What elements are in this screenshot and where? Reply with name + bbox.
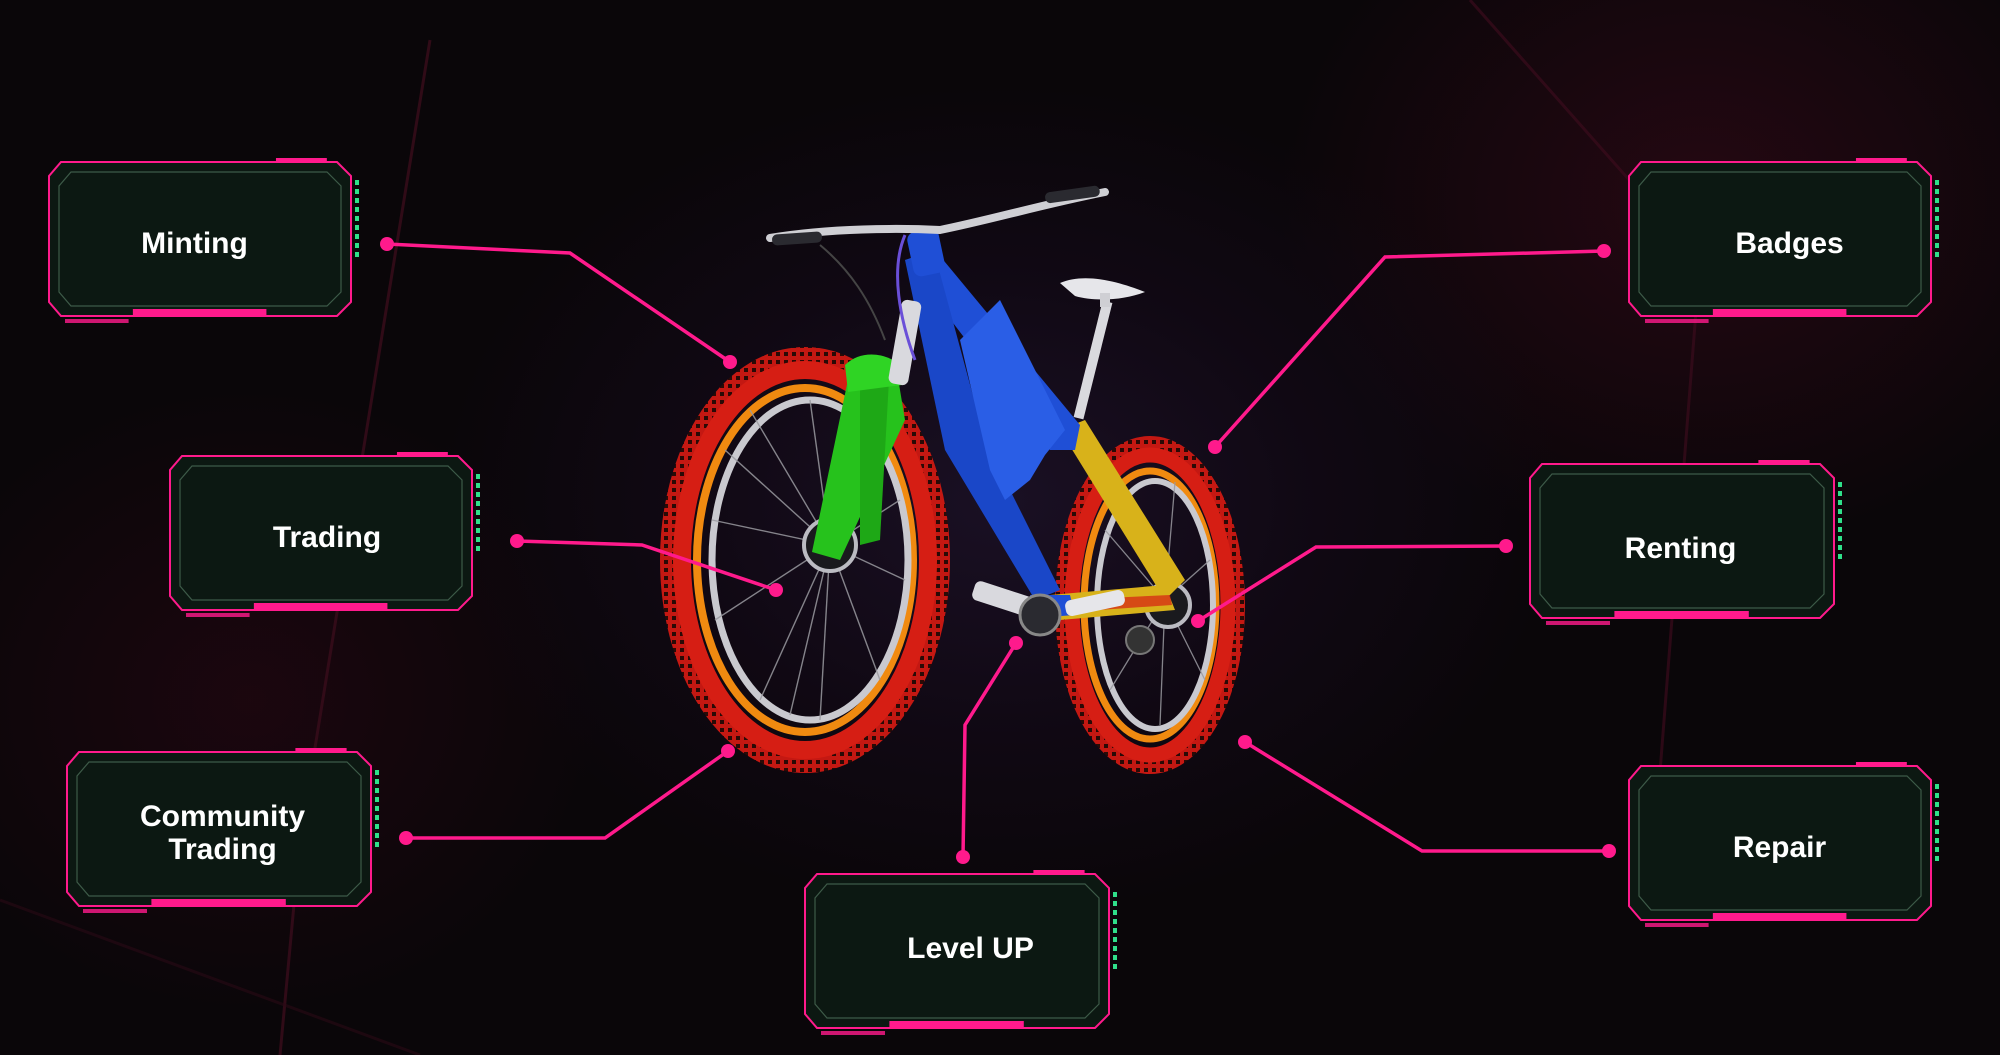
node-renting-label: Renting bbox=[1624, 531, 1737, 565]
connector-dot bbox=[1191, 614, 1205, 628]
card-accent-tick bbox=[1838, 491, 1842, 496]
card-accent-tick bbox=[355, 189, 359, 194]
connector-dot bbox=[510, 534, 524, 548]
card-accent-tick bbox=[355, 207, 359, 212]
node-badges-label: Badges bbox=[1735, 226, 1844, 260]
node-level-up-label: Level UP bbox=[907, 931, 1034, 965]
connector-dot bbox=[1238, 735, 1252, 749]
card-accent-tick bbox=[1838, 527, 1842, 532]
card-accent-tick bbox=[355, 216, 359, 221]
connector-community bbox=[406, 749, 730, 840]
card-accent-tick bbox=[355, 243, 359, 248]
card-accent-tick bbox=[1935, 820, 1939, 825]
connector-renting bbox=[1197, 544, 1507, 623]
connector-dot bbox=[723, 355, 737, 369]
node-renting[interactable]: Renting bbox=[1528, 460, 1848, 630]
connector-dot bbox=[1499, 539, 1513, 553]
card-accent-tick bbox=[1838, 518, 1842, 523]
card-bottom-bar bbox=[821, 1031, 885, 1035]
card-accent-tick bbox=[1838, 545, 1842, 550]
connector-dot bbox=[1208, 440, 1222, 454]
connector-level-up bbox=[961, 642, 1018, 858]
connector-repair bbox=[1244, 740, 1609, 853]
card-accent-tick bbox=[1838, 554, 1842, 559]
node-trading[interactable]: Trading bbox=[168, 452, 486, 622]
connector-dot bbox=[399, 831, 413, 845]
card-accent-tick bbox=[1838, 509, 1842, 514]
node-community-trading-label: Community Trading bbox=[140, 800, 305, 866]
card-accent-tick bbox=[1935, 811, 1939, 816]
connector-dot bbox=[1602, 844, 1616, 858]
card-accent-tick bbox=[1935, 856, 1939, 861]
card-accent-tick bbox=[355, 252, 359, 257]
connector-dot bbox=[956, 850, 970, 864]
card-accent-tick bbox=[1838, 482, 1842, 487]
connector-minting bbox=[386, 242, 731, 364]
card-accent-tick bbox=[355, 225, 359, 230]
card-accent-tick bbox=[1838, 536, 1842, 541]
node-trading-label: Trading bbox=[272, 520, 382, 554]
card-accent-tick bbox=[355, 180, 359, 185]
connector-dot bbox=[1597, 244, 1611, 258]
node-minting[interactable]: Minting bbox=[47, 158, 365, 328]
card-accent-tick bbox=[1935, 838, 1939, 843]
node-level-up[interactable]: Level UP bbox=[803, 870, 1123, 1040]
connector-badges bbox=[1213, 249, 1605, 449]
card-accent-tick bbox=[1935, 847, 1939, 852]
node-community-trading[interactable]: Community Trading bbox=[65, 748, 385, 918]
node-badges[interactable]: Badges bbox=[1627, 158, 1945, 328]
diagram-canvas: Minting Trading Community Trading Level … bbox=[0, 0, 2000, 1055]
card-accent-tick bbox=[355, 198, 359, 203]
connector-dot bbox=[721, 744, 735, 758]
card-accent-tick bbox=[1935, 802, 1939, 807]
card-accent-tick bbox=[1838, 500, 1842, 505]
connector-dot bbox=[1009, 636, 1023, 650]
connector-dot bbox=[769, 583, 783, 597]
card-accent-tick bbox=[1935, 784, 1939, 789]
node-minting-label: Minting bbox=[141, 226, 248, 260]
node-repair-label: Repair bbox=[1732, 830, 1827, 864]
connector-dot bbox=[380, 237, 394, 251]
card-accent-tick bbox=[1935, 829, 1939, 834]
node-repair[interactable]: Repair bbox=[1627, 762, 1945, 932]
card-accent-tick bbox=[1935, 793, 1939, 798]
connector-trading bbox=[516, 539, 777, 592]
card-accent-tick bbox=[355, 234, 359, 239]
